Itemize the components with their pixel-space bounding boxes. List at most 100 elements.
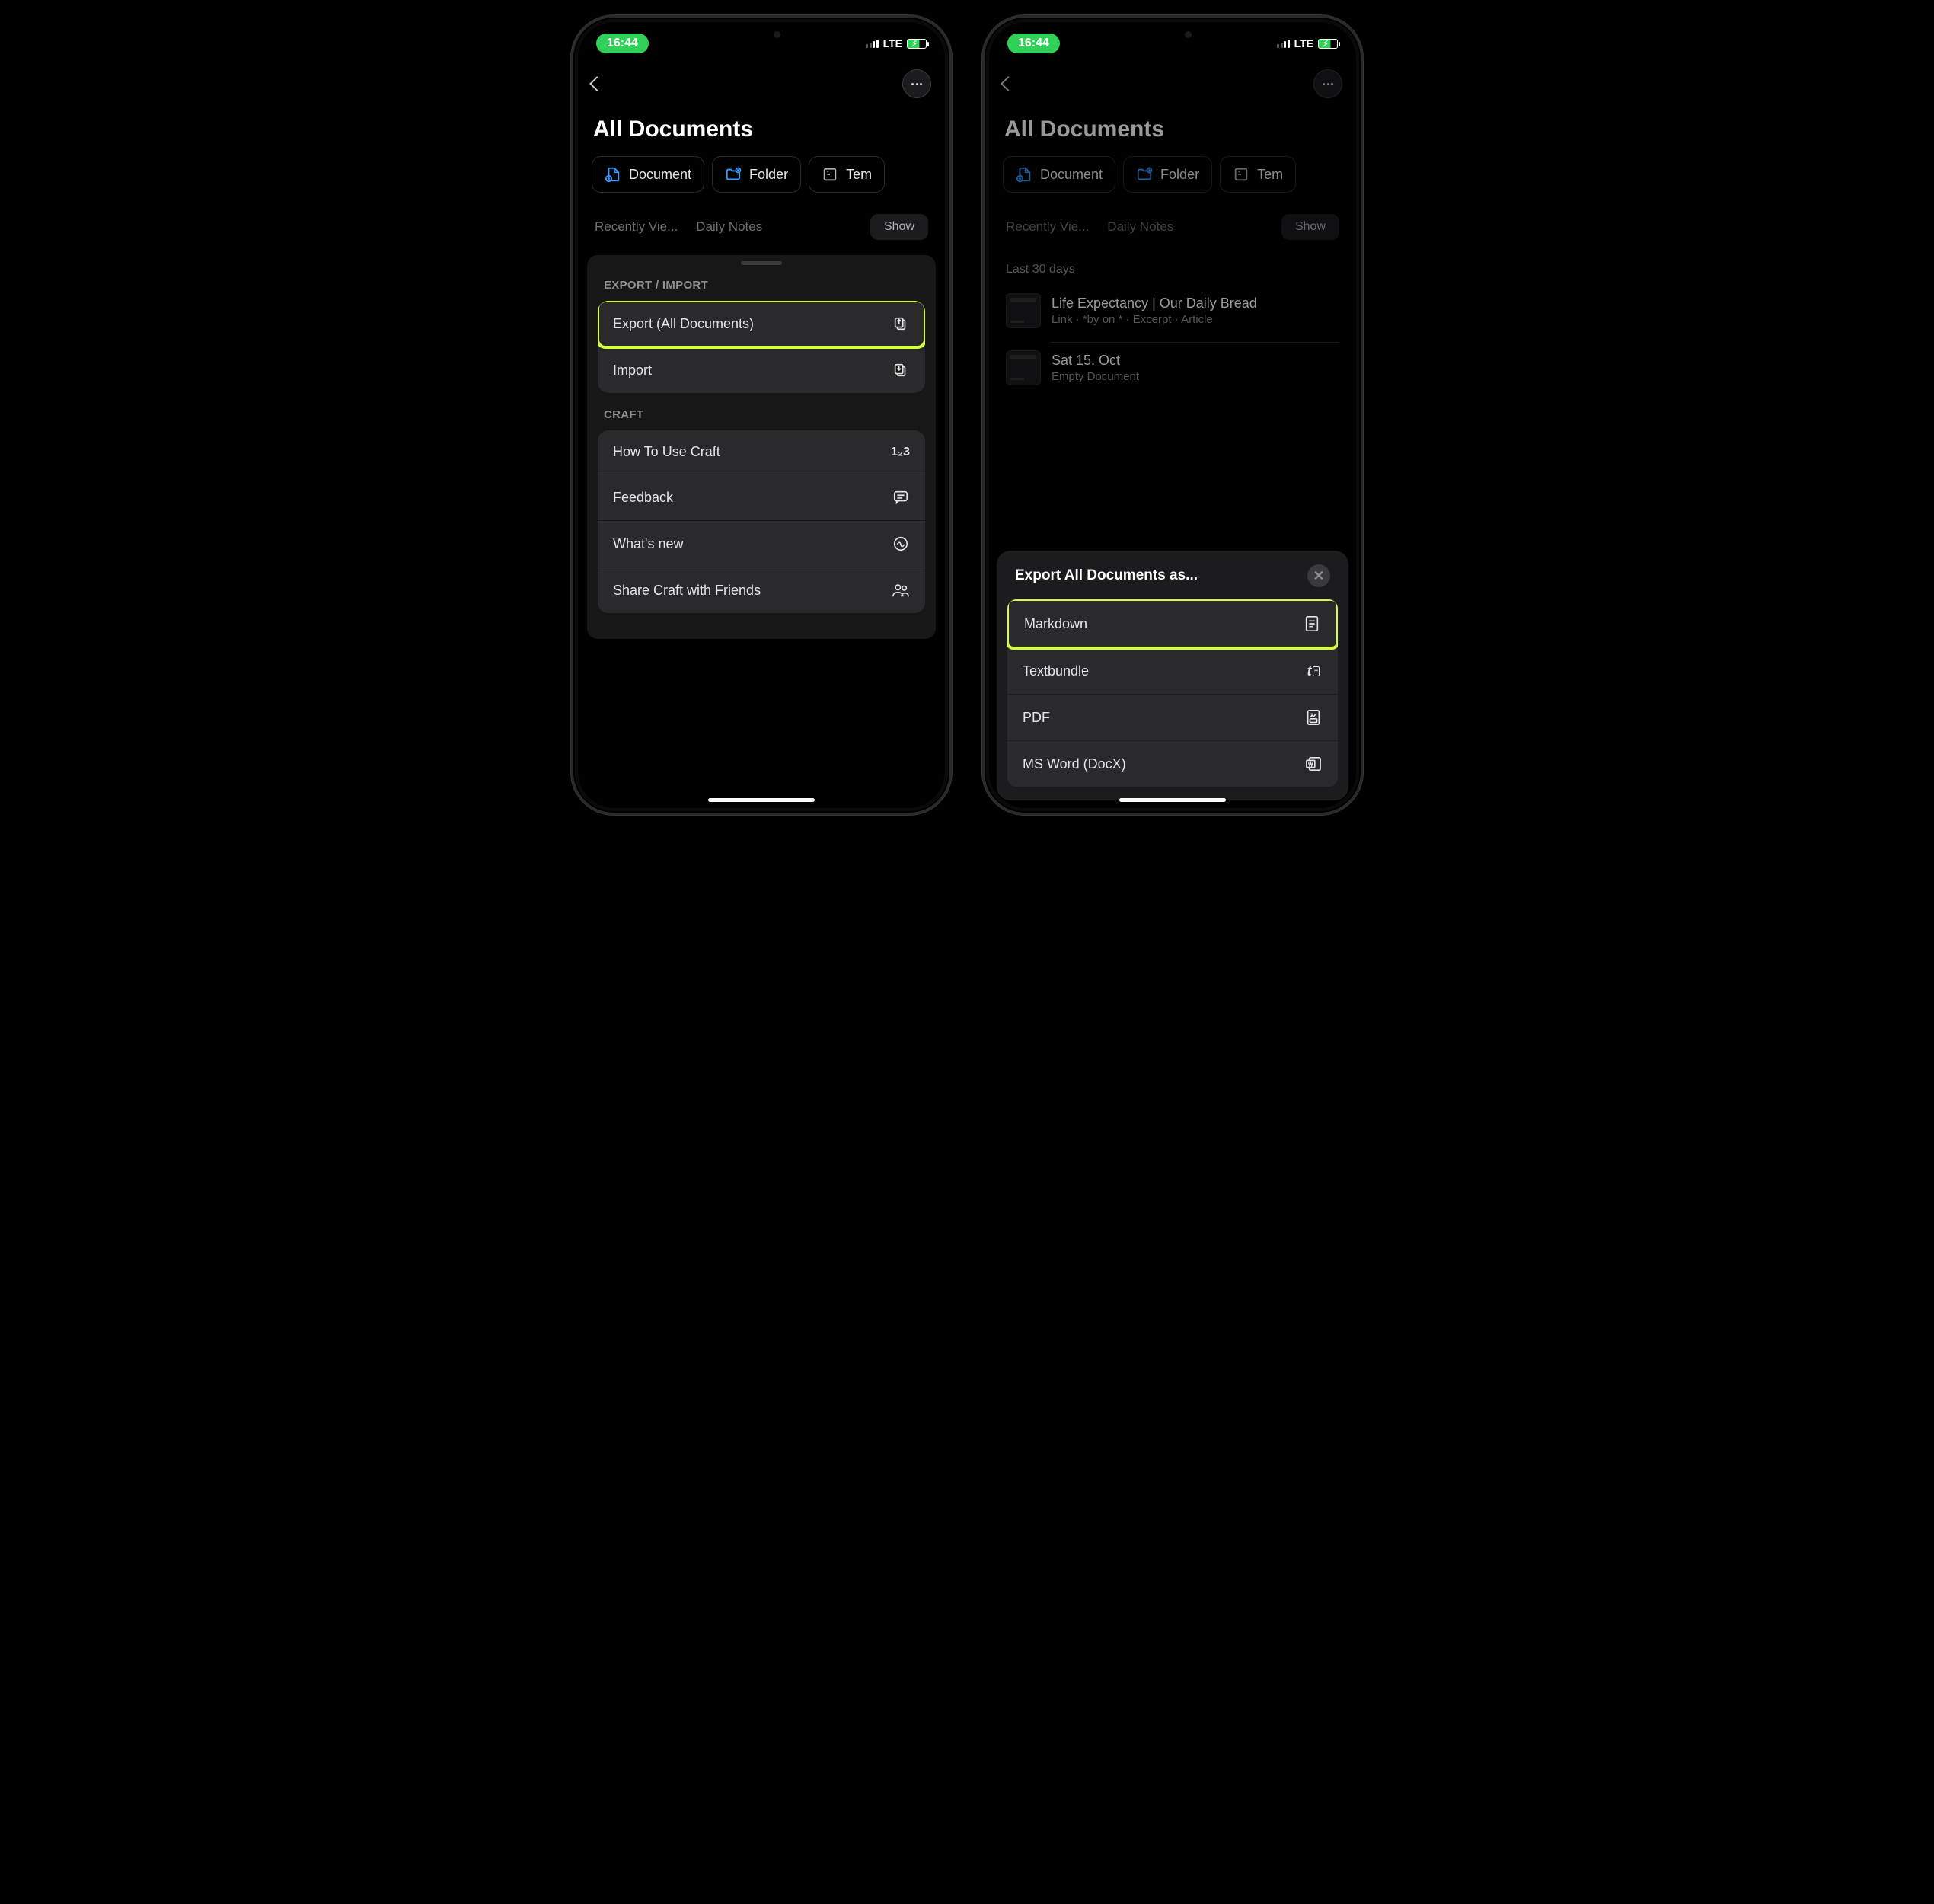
document-title: Life Expectancy | Our Daily Bread (1052, 296, 1339, 311)
row-label: Feedback (613, 490, 673, 506)
template-icon (822, 166, 838, 183)
row-label: MS Word (DocX) (1023, 756, 1126, 772)
close-icon: ✕ (1313, 569, 1324, 583)
phone-left: 16:44 LTE ⚡︎ All Documents Document Fold… (571, 15, 952, 815)
tab-recently-viewed[interactable]: Recently Vie... (595, 219, 678, 235)
export-pdf-row[interactable]: PDF (1007, 695, 1338, 741)
power-button (950, 200, 952, 269)
tab-recently-viewed[interactable]: Recently Vie... (1006, 219, 1089, 235)
export-icon (892, 315, 910, 333)
document-title: Sat 15. Oct (1052, 353, 1339, 369)
sheet-title: Export All Documents as... (1015, 567, 1198, 584)
back-button[interactable] (592, 78, 602, 89)
filter-tabs: Recently Vie... Daily Notes Show (578, 193, 945, 240)
people-icon (892, 581, 910, 599)
numbers-icon: 1₂3 (891, 446, 910, 459)
signal-icon (866, 40, 879, 48)
document-row[interactable]: Life Expectancy | Our Daily Bread Link ·… (989, 286, 1356, 336)
highlight: Markdown (1007, 599, 1338, 650)
row-label: What's new (613, 536, 683, 552)
volume-down (571, 243, 573, 287)
import-icon (892, 361, 910, 379)
ellipsis-icon (1323, 83, 1333, 85)
battery-icon: ⚡︎ (1318, 39, 1338, 49)
chip-label: Tem (1257, 167, 1283, 183)
template-icon (1233, 166, 1249, 183)
document-plus-icon (1016, 166, 1032, 183)
show-button[interactable]: Show (870, 214, 928, 240)
phone-right: 16:44 LTE ⚡︎ All Documents Document (982, 15, 1363, 815)
tab-daily-notes[interactable]: Daily Notes (1107, 219, 1173, 235)
filter-tabs: Recently Vie... Daily Notes Show (989, 193, 1356, 240)
signal-icon (1277, 40, 1290, 48)
home-indicator[interactable] (1119, 798, 1226, 802)
document-row[interactable]: Sat 15. Oct Empty Document (989, 343, 1356, 393)
new-document-chip[interactable]: Document (592, 156, 704, 193)
new-document-chip[interactable]: Document (1003, 156, 1115, 193)
row-label: How To Use Craft (613, 444, 720, 460)
template-chip[interactable]: Tem (1220, 156, 1296, 193)
section-last-30-days: Last 30 days (989, 240, 1356, 286)
row-label: Markdown (1024, 616, 1087, 632)
section-export-import: EXPORT / IMPORT (587, 279, 936, 301)
export-docx-row[interactable]: MS Word (DocX) (1007, 741, 1338, 787)
more-button[interactable] (1313, 69, 1342, 98)
template-chip[interactable]: Tem (809, 156, 885, 193)
chevron-left-icon (1001, 76, 1016, 91)
mute-switch (571, 139, 573, 164)
status-indicators: LTE ⚡︎ (1277, 37, 1338, 50)
status-time: 16:44 (1007, 34, 1060, 53)
pdf-icon (1304, 708, 1323, 727)
close-button[interactable]: ✕ (1307, 564, 1330, 587)
feedback-row[interactable]: Feedback (598, 474, 925, 521)
volume-up (571, 185, 573, 229)
how-to-use-row[interactable]: How To Use Craft 1₂3 (598, 430, 925, 474)
document-thumbnail (1006, 293, 1041, 328)
power-button (1361, 200, 1363, 269)
battery-icon: ⚡︎ (907, 39, 927, 49)
ellipsis-icon (911, 83, 922, 85)
word-icon (1304, 755, 1323, 773)
chip-label: Document (1040, 167, 1103, 183)
document-thumbnail (1006, 350, 1041, 385)
show-button[interactable]: Show (1281, 214, 1339, 240)
sheet-handle[interactable] (741, 261, 782, 265)
page-title: All Documents (989, 106, 1356, 156)
activity-icon (892, 535, 910, 553)
export-textbundle-row[interactable]: Textbundle t≡ (1007, 648, 1338, 695)
notch (704, 22, 819, 46)
action-chips: Document Folder Tem (989, 156, 1356, 193)
import-row[interactable]: Import (598, 347, 925, 393)
action-chips: Document Folder Tem (578, 156, 945, 193)
export-markdown-row[interactable]: Markdown (1009, 601, 1336, 647)
markdown-icon (1303, 615, 1321, 633)
options-sheet: EXPORT / IMPORT Export (All Documents) I… (587, 255, 936, 639)
export-all-documents-row[interactable]: Export (All Documents) (598, 301, 925, 347)
chat-icon (892, 488, 910, 506)
document-subtitle: Empty Document (1052, 370, 1339, 383)
share-craft-row[interactable]: Share Craft with Friends (598, 567, 925, 613)
chip-label: Document (629, 167, 691, 183)
folder-plus-icon (725, 166, 742, 183)
tab-daily-notes[interactable]: Daily Notes (696, 219, 762, 235)
new-folder-chip[interactable]: Folder (712, 156, 801, 193)
network-label: LTE (1294, 37, 1313, 50)
new-folder-chip[interactable]: Folder (1123, 156, 1212, 193)
more-button[interactable] (902, 69, 931, 98)
row-label: Export (All Documents) (613, 316, 754, 332)
status-indicators: LTE ⚡︎ (866, 37, 927, 50)
row-label: PDF (1023, 710, 1050, 726)
row-label: Textbundle (1023, 663, 1089, 679)
chevron-left-icon (589, 76, 605, 91)
section-craft: CRAFT (587, 408, 936, 430)
mute-switch (982, 139, 984, 164)
document-plus-icon (605, 166, 621, 183)
folder-plus-icon (1136, 166, 1153, 183)
back-button[interactable] (1003, 78, 1013, 89)
home-indicator[interactable] (708, 798, 815, 802)
whats-new-row[interactable]: What's new (598, 521, 925, 567)
volume-down (982, 243, 984, 287)
chip-label: Folder (749, 167, 788, 183)
chip-label: Folder (1160, 167, 1199, 183)
volume-up (982, 185, 984, 229)
